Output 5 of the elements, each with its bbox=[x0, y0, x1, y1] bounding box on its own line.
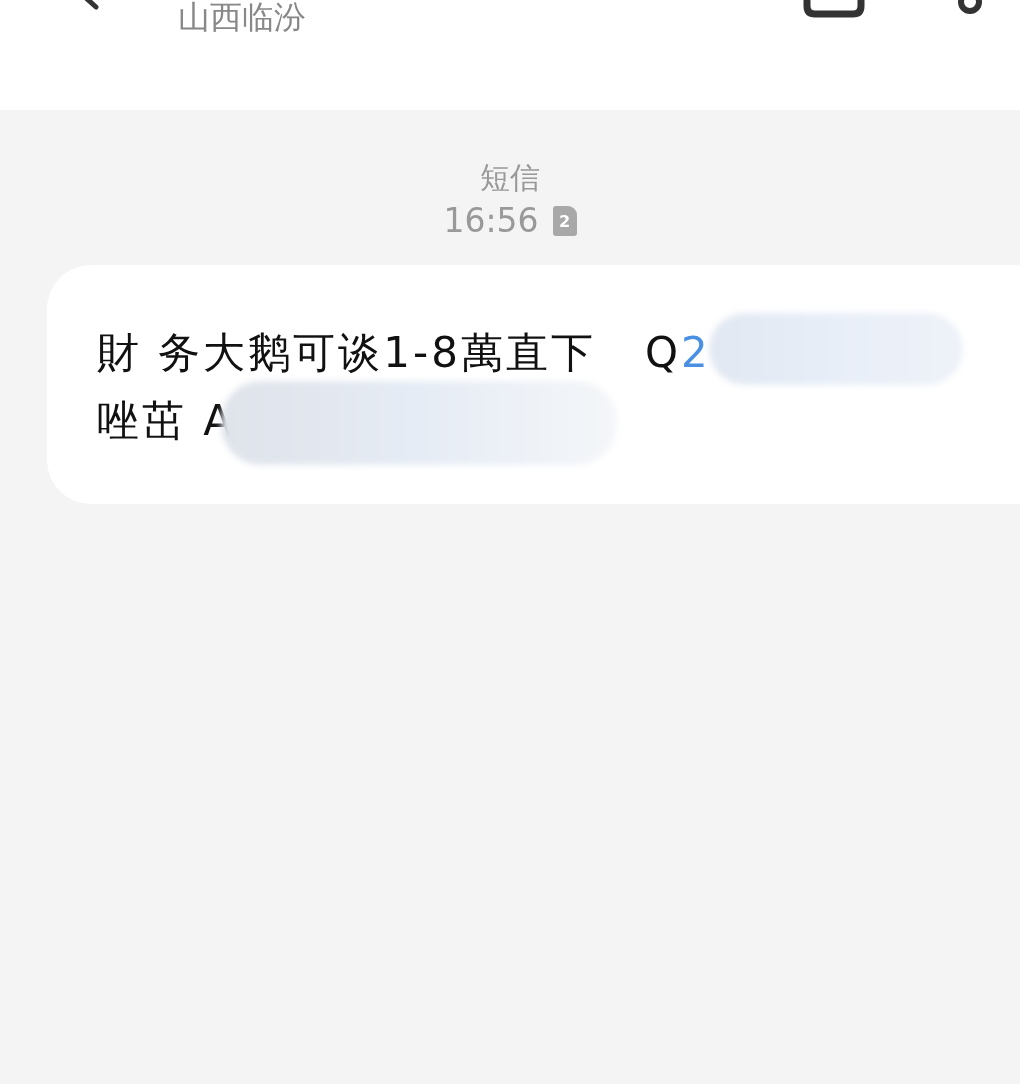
message-type-label: 短信 bbox=[480, 159, 540, 197]
contact-location: 山西临汾 bbox=[178, 0, 306, 37]
message-time: 16:56 bbox=[443, 201, 539, 241]
phone-link[interactable]: 2 bbox=[681, 328, 711, 377]
sim-icon: 2 bbox=[552, 206, 577, 236]
